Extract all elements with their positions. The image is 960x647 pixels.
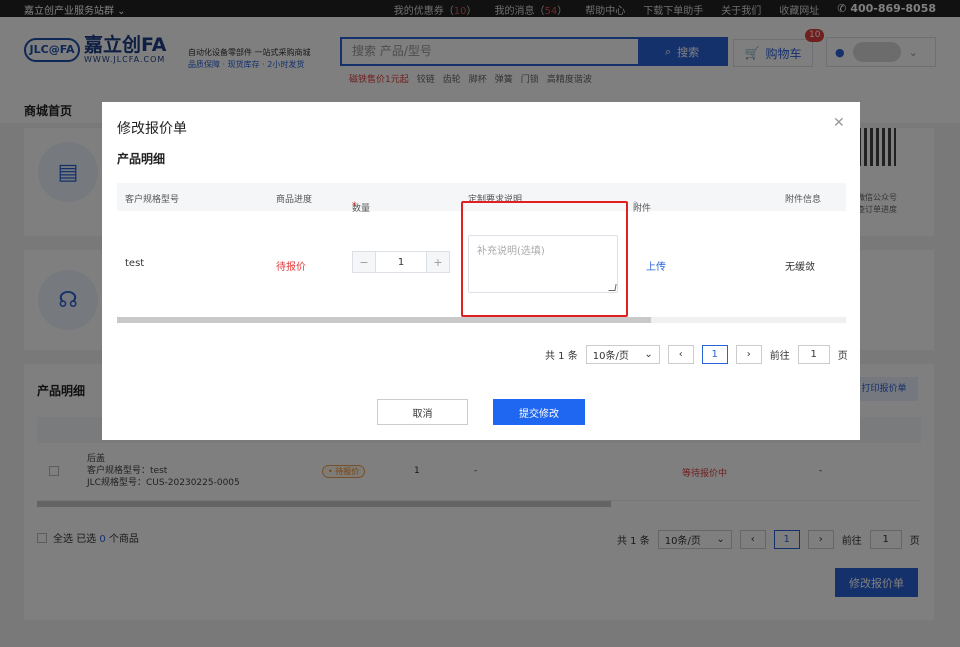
- page-size-value: 10条/页: [592, 351, 629, 362]
- col-progress: 商品进度: [276, 195, 313, 205]
- dialog-scrollbar[interactable]: [117, 317, 651, 323]
- col-attachment-info: 附件信息: [785, 195, 822, 205]
- dialog-section-title: 产品明细: [117, 152, 166, 166]
- quantity-stepper: − 1 +: [352, 251, 450, 273]
- row-customer-model: test: [125, 258, 145, 269]
- dialog-title: 修改报价单: [117, 121, 187, 137]
- attachment-info: 无缓敛: [785, 262, 815, 273]
- page-number[interactable]: 1: [701, 345, 728, 364]
- goto-input[interactable]: 1: [797, 345, 830, 364]
- decrease-button[interactable]: −: [353, 252, 375, 272]
- increase-button[interactable]: +: [427, 252, 449, 272]
- cancel-button[interactable]: 取消: [377, 399, 468, 425]
- highlight-box: [461, 201, 628, 317]
- close-icon[interactable]: ✕: [833, 115, 845, 131]
- upload-link[interactable]: 上传: [646, 258, 666, 273]
- prev-page-button[interactable]: ‹: [667, 345, 694, 364]
- page-unit: 页: [837, 351, 848, 362]
- col-customer-model: 客户规格型号: [125, 195, 180, 205]
- goto-label: 前往: [769, 351, 790, 362]
- pager-total: 共 1 条: [545, 351, 578, 362]
- submit-button[interactable]: 提交修改: [493, 399, 585, 425]
- row-status: 待报价: [276, 262, 306, 273]
- quantity-input[interactable]: 1: [375, 252, 427, 272]
- required-mark: *: [352, 201, 357, 211]
- chevron-down-icon: ⌄: [644, 349, 653, 360]
- page-size-select[interactable]: 10条/页 ⌄: [585, 345, 660, 364]
- dialog-pagination: 共 1 条 10条/页 ⌄ ‹ 1 › 前往 1 页: [545, 345, 848, 364]
- help-icon[interactable]: ?: [633, 201, 638, 211]
- next-page-button[interactable]: ›: [735, 345, 762, 364]
